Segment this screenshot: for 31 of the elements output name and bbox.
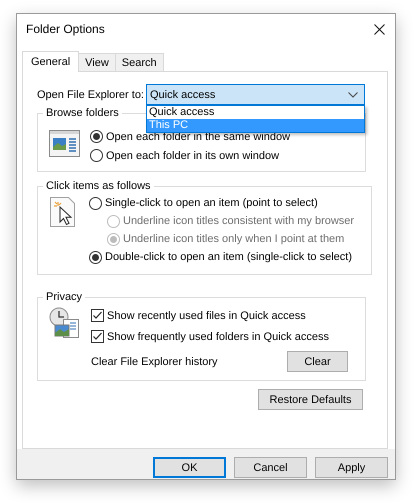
radio-button[interactable] (90, 149, 103, 162)
window-title: Folder Options (26, 22, 105, 36)
checkbox[interactable] (91, 309, 104, 322)
group-title: Click items as follows (45, 180, 152, 192)
action-label: Clear File Explorer history (91, 356, 218, 368)
field-label: Open File Explorer to: (37, 88, 145, 100)
dropdown[interactable]: Quick access (146, 84, 365, 105)
dialog-button[interactable]: Cancel (234, 457, 307, 478)
group-title: Privacy (45, 291, 84, 303)
radio-button[interactable] (89, 250, 102, 264)
dialog-button[interactable]: Apply (315, 457, 388, 478)
option-label[interactable]: Show recently used files in Quick access (107, 310, 306, 322)
tab[interactable]: General (22, 51, 80, 72)
option-label[interactable]: Single-click to open an item (point to select) (105, 197, 318, 209)
option-label[interactable]: Show frequently used folders in Quick access (107, 330, 329, 342)
window-picture-icon (49, 130, 80, 157)
tab[interactable]: View (78, 53, 116, 71)
radio-button[interactable] (90, 130, 103, 143)
close-icon[interactable] (374, 24, 385, 34)
chevron-down-icon (348, 92, 358, 98)
tab[interactable]: Search (114, 53, 164, 71)
clear-button[interactable]: Clear (287, 351, 348, 372)
option-label[interactable]: Open each folder in its own window (106, 150, 280, 162)
dropdown-option[interactable]: Quick access (147, 106, 364, 119)
restore-defaults-button[interactable]: Restore Defaults (258, 389, 363, 410)
option-label[interactable]: Double-click to open an item (single-click to select) (105, 251, 352, 263)
group-title: Browse folders (45, 107, 120, 119)
clock-document-icon (49, 307, 81, 339)
dialog-button[interactable]: OK (153, 457, 226, 478)
radio-button[interactable] (89, 196, 102, 210)
checkbox[interactable] (91, 330, 104, 343)
